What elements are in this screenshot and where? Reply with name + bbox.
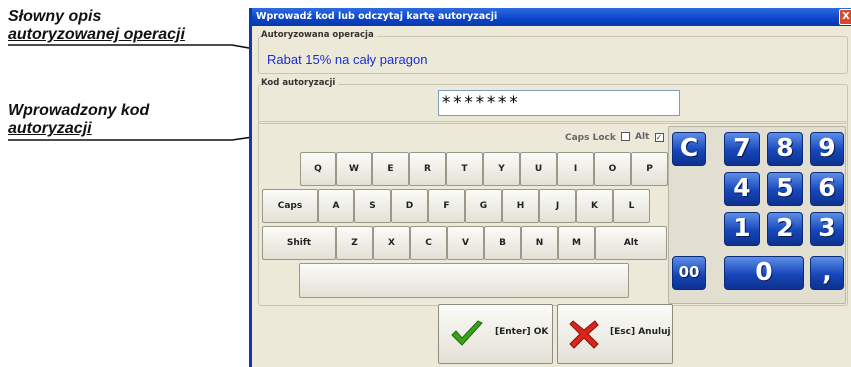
- key-d[interactable]: D: [391, 189, 428, 223]
- numpad-key-00[interactable]: 00: [672, 256, 706, 290]
- key-n[interactable]: N: [521, 226, 558, 260]
- key-e[interactable]: E: [372, 152, 409, 186]
- numpad-key-clear[interactable]: C: [672, 132, 706, 166]
- cancel-button-label: [Esc] Anuluj: [610, 327, 671, 337]
- key-m[interactable]: M: [558, 226, 595, 260]
- numpad-key-1[interactable]: 1: [724, 212, 760, 246]
- code-group-label: Kod autoryzacji: [261, 78, 339, 88]
- operation-annotation: Słowny opis autoryzowanej operacji: [8, 8, 185, 44]
- cancel-button[interactable]: [Esc] Anuluj: [557, 304, 673, 364]
- ok-button[interactable]: [Enter] OK: [438, 304, 553, 364]
- key-alt[interactable]: Alt: [595, 226, 667, 260]
- alt-toggle[interactable]: Alt ✓: [635, 132, 664, 142]
- numpad-key-6[interactable]: 6: [810, 172, 844, 206]
- key-space[interactable]: [299, 263, 629, 298]
- authorization-dialog: Wprowadź kod lub odczytaj kartę autoryza…: [249, 8, 851, 367]
- key-k[interactable]: K: [576, 189, 613, 223]
- dialog-title: Wprowadź kod lub odczytaj kartę autoryza…: [256, 11, 498, 22]
- code-annotation-line1: Wprowadzony kod: [8, 102, 150, 119]
- key-shift[interactable]: Shift: [262, 226, 336, 260]
- operation-description: Rabat 15% na cały paragon: [267, 52, 428, 67]
- ok-button-label: [Enter] OK: [495, 327, 549, 337]
- key-z[interactable]: Z: [336, 226, 373, 260]
- key-g[interactable]: G: [465, 189, 502, 223]
- key-h[interactable]: H: [502, 189, 539, 223]
- caps-lock-label: Caps Lock: [565, 133, 616, 143]
- numpad-key-4[interactable]: 4: [724, 172, 760, 206]
- key-f[interactable]: F: [428, 189, 465, 223]
- key-caps[interactable]: Caps: [262, 189, 318, 223]
- authorization-code-input[interactable]: *******: [438, 90, 680, 116]
- key-q[interactable]: Q: [300, 152, 336, 186]
- key-y[interactable]: Y: [483, 152, 520, 186]
- numpad-key-9[interactable]: 9: [810, 132, 844, 166]
- key-t[interactable]: T: [446, 152, 483, 186]
- key-x[interactable]: X: [373, 226, 410, 260]
- cross-icon: [569, 320, 599, 349]
- alt-checkbox[interactable]: ✓: [654, 133, 664, 142]
- key-r[interactable]: R: [409, 152, 446, 186]
- operation-annotation-line2: autoryzowanej operacji: [8, 26, 185, 43]
- operation-annotation-line1: Słowny opis: [8, 8, 102, 25]
- checkmark-icon: [451, 320, 483, 346]
- key-i[interactable]: I: [557, 152, 594, 186]
- key-w[interactable]: W: [336, 152, 372, 186]
- key-v[interactable]: V: [447, 226, 484, 260]
- numpad-key-8[interactable]: 8: [767, 132, 803, 166]
- caps-lock-toggle[interactable]: Caps Lock: [565, 132, 630, 143]
- key-j[interactable]: J: [539, 189, 576, 223]
- key-b[interactable]: B: [484, 226, 521, 260]
- numpad-key-0[interactable]: 0: [724, 256, 804, 290]
- key-c[interactable]: C: [410, 226, 447, 260]
- close-icon[interactable]: X: [839, 9, 851, 25]
- key-o[interactable]: O: [594, 152, 631, 186]
- key-u[interactable]: U: [520, 152, 557, 186]
- dialog-title-bar: Wprowadź kod lub odczytaj kartę autoryza…: [252, 8, 851, 26]
- key-a[interactable]: A: [318, 189, 354, 223]
- code-annotation-line2: autoryzacji: [8, 120, 92, 137]
- numpad-key-3[interactable]: 3: [810, 212, 844, 246]
- numpad-key-7[interactable]: 7: [724, 132, 760, 166]
- numpad-key-2[interactable]: 2: [767, 212, 803, 246]
- code-annotation: Wprowadzony kod autoryzacji: [8, 102, 149, 138]
- key-l[interactable]: L: [613, 189, 650, 223]
- numpad-key-5[interactable]: 5: [767, 172, 803, 206]
- alt-label: Alt: [635, 132, 650, 142]
- caps-lock-checkbox[interactable]: [621, 132, 630, 141]
- key-p[interactable]: P: [631, 152, 668, 186]
- numpad-key-comma[interactable]: ,: [810, 256, 844, 290]
- operation-group-label: Autoryzowana operacja: [261, 30, 377, 40]
- key-s[interactable]: S: [354, 189, 391, 223]
